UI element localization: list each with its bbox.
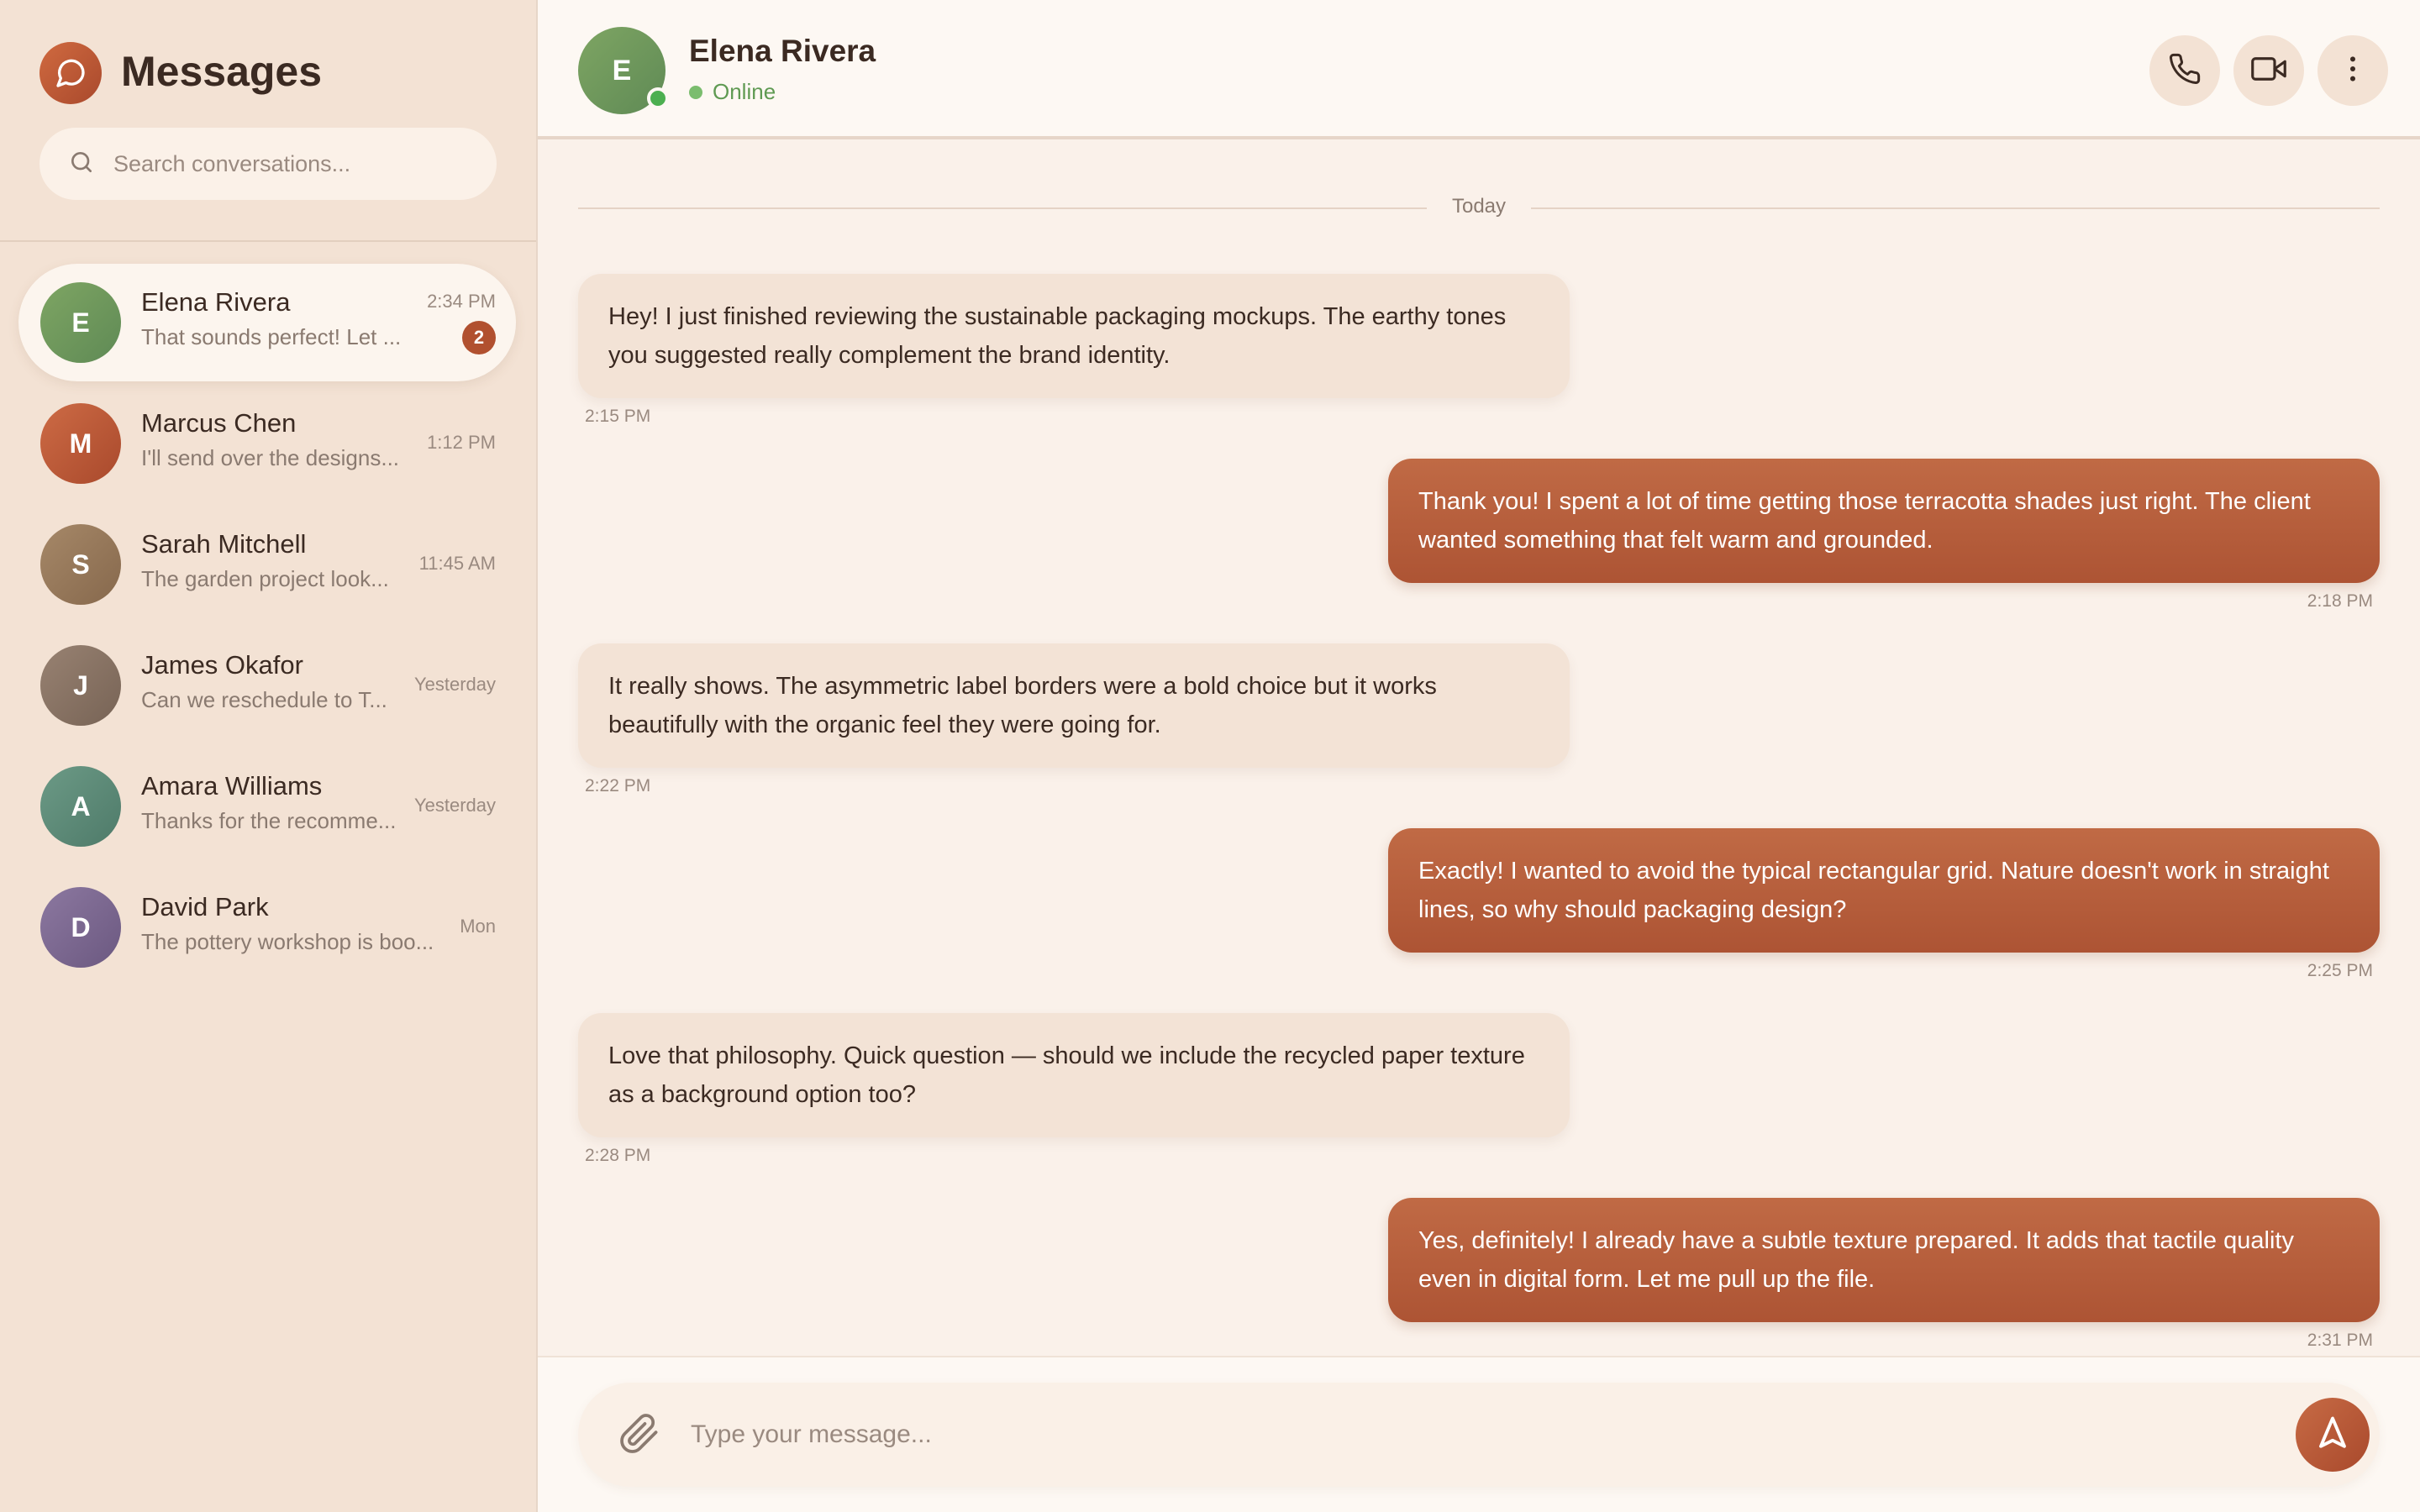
- message-list: Today Hey! I just finished reviewing the…: [538, 143, 2420, 1356]
- conversation-time: Yesterday: [413, 674, 496, 695]
- message-time: 2:22 PM: [585, 776, 651, 795]
- conversation-preview: Thanks for the recomme...: [141, 808, 397, 833]
- conversation-preview: That sounds perfect! Let ...: [141, 324, 402, 349]
- search-box[interactable]: [39, 128, 497, 200]
- conversation-name: Sarah Mitchell: [141, 529, 307, 559]
- conversation-time: 2:34 PM: [427, 291, 496, 312]
- conversation-preview: Can we reschedule to T...: [141, 687, 387, 712]
- divider-line: [1531, 207, 2380, 209]
- avatar: J: [40, 645, 121, 726]
- avatar: E: [40, 282, 121, 363]
- date-label: Today: [1451, 195, 1507, 218]
- contact-status: Online: [689, 79, 776, 105]
- message-bubble-incoming: It really shows. The asymmetric label bo…: [578, 643, 1570, 768]
- conversation-name: Amara Williams: [141, 771, 323, 801]
- date-divider: Today: [578, 193, 2380, 223]
- message-time: 2:31 PM: [2307, 1331, 2373, 1350]
- sidebar: Messages E Elena Rivera That sounds perf…: [0, 0, 538, 1512]
- message-bubble-incoming: Hey! I just finished reviewing the susta…: [578, 274, 1570, 398]
- video-call-button[interactable]: [2233, 35, 2304, 106]
- conversation-time: 1:12 PM: [427, 432, 496, 453]
- conversation-preview: The pottery workshop is boo...: [141, 929, 434, 954]
- message-time: 2:18 PM: [2307, 591, 2373, 611]
- composer: [578, 1383, 2380, 1487]
- conversation-name: Marcus Chen: [141, 408, 297, 438]
- conversation-item[interactable]: A Amara Williams Thanks for the recomme.…: [0, 746, 538, 867]
- conversation-name: David Park: [141, 892, 269, 921]
- message-time: 2:15 PM: [585, 407, 651, 426]
- video-icon: [2251, 51, 2286, 91]
- paperclip-icon: [618, 1414, 660, 1458]
- sidebar-header: Messages: [0, 0, 536, 242]
- conversation-list: E Elena Rivera That sounds perfect! Let …: [0, 262, 538, 988]
- app-title: Messages: [121, 48, 323, 95]
- send-icon: [2315, 1415, 2350, 1455]
- conversation-time: 11:45 AM: [418, 553, 496, 574]
- avatar: S: [40, 524, 121, 605]
- attach-button[interactable]: [618, 1413, 660, 1459]
- message-time: 2:28 PM: [585, 1146, 651, 1165]
- conversation-name: James Okafor: [141, 650, 303, 680]
- chat-panel: E Elena Rivera Online Today Hey! I just …: [538, 0, 2420, 1512]
- chat-header: E Elena Rivera Online: [538, 0, 2420, 139]
- call-button[interactable]: [2149, 35, 2220, 106]
- send-button[interactable]: [2296, 1398, 2370, 1472]
- message-bubble-outgoing: Exactly! I wanted to avoid the typical r…: [1388, 828, 2380, 953]
- search-icon: [68, 149, 95, 180]
- message-bubble-incoming: Love that philosophy. Quick question — s…: [578, 1013, 1570, 1137]
- conversation-item[interactable]: M Marcus Chen I'll send over the designs…: [0, 383, 538, 504]
- avatar: A: [40, 766, 121, 847]
- contact-name: Elena Rivera: [689, 34, 876, 68]
- message-time: 2:25 PM: [2307, 961, 2373, 980]
- message-input[interactable]: [691, 1410, 2203, 1460]
- unread-badge: 2: [462, 321, 496, 354]
- conversation-item[interactable]: D David Park The pottery workshop is boo…: [0, 867, 538, 988]
- search-input[interactable]: [113, 150, 483, 177]
- messaging-app: Messages E Elena Rivera That sounds perf…: [0, 0, 2420, 1512]
- conversation-time: Mon: [460, 916, 496, 937]
- online-indicator: [647, 87, 669, 109]
- more-options-button[interactable]: [2317, 35, 2388, 106]
- conversation-preview: I'll send over the designs...: [141, 445, 400, 470]
- avatar: D: [40, 887, 121, 968]
- conversation-item[interactable]: J James Okafor Can we reschedule to T...…: [0, 625, 538, 746]
- message-bubble-outgoing: Yes, definitely! I already have a subtle…: [1388, 1198, 2380, 1322]
- conversation-name: Elena Rivera: [141, 287, 291, 317]
- conversation-item[interactable]: E Elena Rivera That sounds perfect! Let …: [0, 262, 538, 383]
- composer-bar: [538, 1356, 2420, 1512]
- conversation-time: Yesterday: [413, 795, 496, 816]
- message-bubble-outgoing: Thank you! I spent a lot of time getting…: [1388, 459, 2380, 583]
- avatar: M: [40, 403, 121, 484]
- conversation-preview: The garden project look...: [141, 566, 389, 591]
- conversation-item[interactable]: S Sarah Mitchell The garden project look…: [0, 504, 538, 625]
- status-text: Online: [713, 79, 776, 104]
- more-vertical-icon: [2336, 52, 2370, 90]
- chat-bubble-icon: [39, 42, 102, 104]
- phone-icon: [2168, 52, 2202, 90]
- status-dot: [689, 85, 702, 99]
